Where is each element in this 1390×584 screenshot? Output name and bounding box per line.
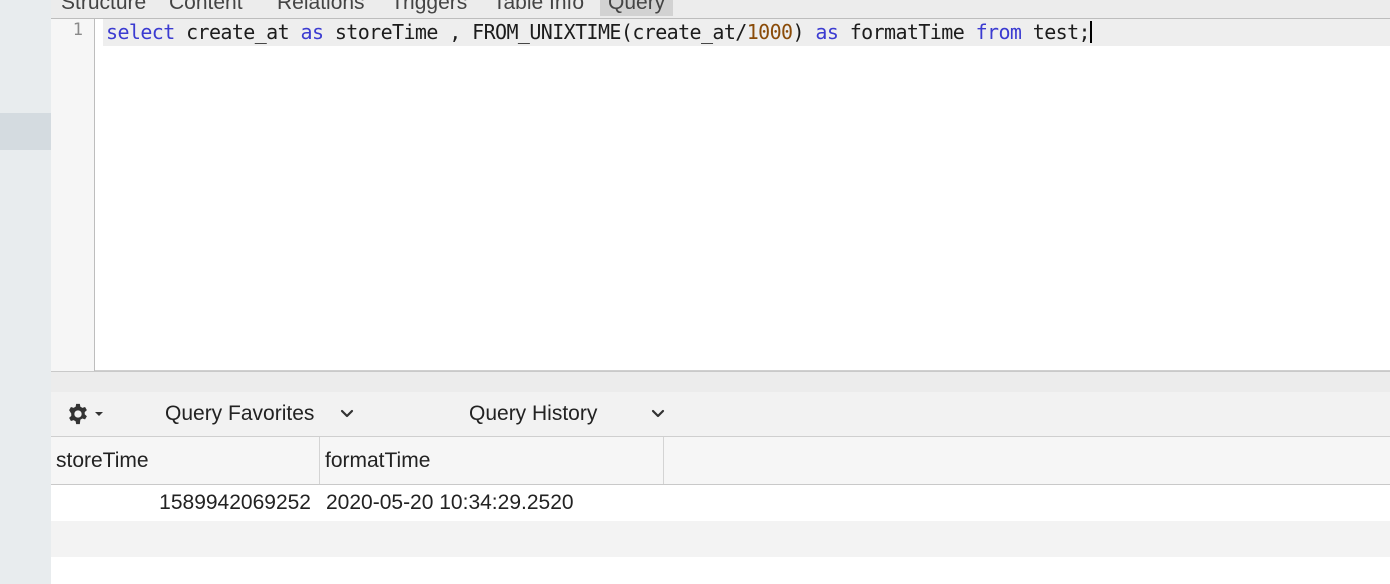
code-text: formatTime: [838, 20, 976, 44]
keyword-select: select: [106, 20, 175, 44]
column-header-storetime[interactable]: storeTime: [51, 437, 320, 484]
tab-table-info[interactable]: Table Info: [485, 0, 592, 16]
chevron-down-icon: [652, 409, 665, 418]
results-table: storeTime formatTime 1589942069252 2020-…: [51, 437, 1390, 584]
query-favorites-label: Query Favorites: [165, 402, 315, 425]
sidebar-selected-item[interactable]: [0, 113, 51, 150]
cell-formattime: 2020-05-20 10:34:29.2520: [326, 491, 574, 514]
code-text: test;: [1021, 20, 1091, 44]
tab-query[interactable]: Query: [600, 0, 674, 16]
query-history-label: Query History: [469, 402, 598, 425]
query-favorites-dropdown[interactable]: Query Favorites: [165, 392, 354, 436]
empty-row: [51, 521, 1390, 557]
code-text: create_at: [174, 20, 301, 44]
line-number: 1: [72, 20, 83, 40]
keyword-from: from: [975, 20, 1022, 44]
query-history-dropdown[interactable]: Query History: [469, 392, 665, 436]
query-editor[interactable]: 1 select create_at as storeTime , FROM_U…: [51, 19, 1390, 371]
cell-storetime: 1589942069252: [159, 491, 311, 514]
line-gutter: 1: [51, 19, 95, 371]
caret-down-icon: [95, 412, 103, 416]
chevron-down-icon: [341, 409, 354, 418]
tab-structure[interactable]: Structure: [53, 0, 154, 16]
code-text: ): [792, 20, 816, 44]
tab-content[interactable]: Content: [161, 0, 251, 16]
text-caret: [1090, 21, 1092, 43]
keyword-as: as: [815, 20, 839, 44]
tab-bar: Structure Content Relations Triggers Tab…: [51, 0, 1390, 19]
editor-results-splitter[interactable]: [51, 371, 1390, 393]
results-header: storeTime formatTime: [51, 437, 1390, 485]
table-row[interactable]: 1589942069252 2020-05-20 10:34:29.2520: [51, 485, 1390, 521]
gear-icon: [69, 403, 87, 425]
column-header-formattime[interactable]: formatTime: [320, 437, 664, 484]
code-text: storeTime , FROM_UNIXTIME(create_at/: [323, 20, 747, 44]
left-sidebar: [0, 0, 52, 584]
tab-triggers[interactable]: Triggers: [383, 0, 475, 16]
keyword-as: as: [300, 20, 324, 44]
tab-relations[interactable]: Relations: [269, 0, 373, 16]
gear-menu-button[interactable]: [67, 392, 104, 436]
number-literal: 1000: [746, 20, 793, 44]
query-toolbar: Query Favorites Query History: [51, 392, 1390, 437]
sql-code-line[interactable]: select create_at as storeTime , FROM_UNI…: [106, 19, 1092, 46]
